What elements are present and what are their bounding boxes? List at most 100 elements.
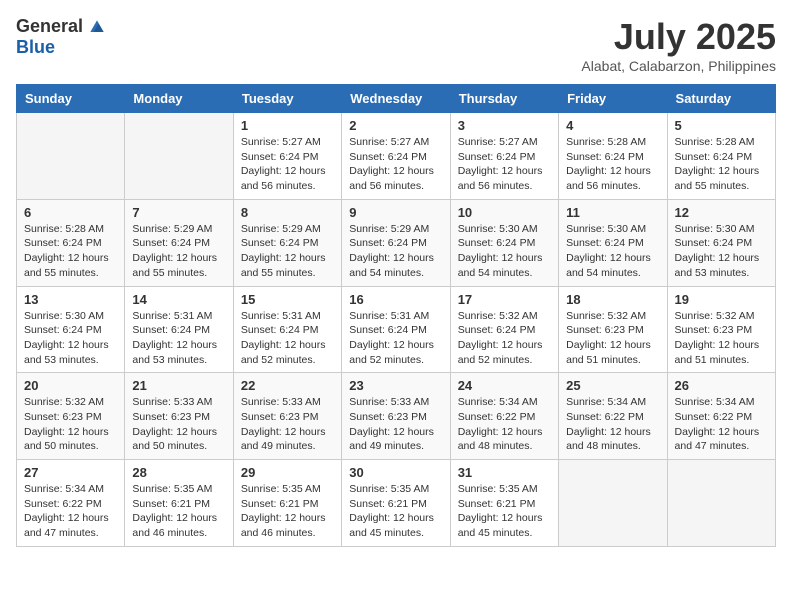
col-friday: Friday [559,85,667,113]
day-info: Sunrise: 5:33 AMSunset: 6:23 PMDaylight:… [241,395,334,454]
title-section: July 2025 Alabat, Calabarzon, Philippine… [581,16,776,74]
calendar-day: 17Sunrise: 5:32 AMSunset: 6:24 PMDayligh… [450,286,558,373]
day-info: Sunrise: 5:34 AMSunset: 6:22 PMDaylight:… [566,395,659,454]
day-info: Sunrise: 5:35 AMSunset: 6:21 PMDaylight:… [132,482,225,541]
day-number: 14 [132,292,225,307]
day-number: 27 [24,465,117,480]
calendar-day [559,460,667,547]
day-number: 13 [24,292,117,307]
page-header: General Blue July 2025 Alabat, Calabarzo… [16,16,776,74]
calendar-day: 8Sunrise: 5:29 AMSunset: 6:24 PMDaylight… [233,199,341,286]
calendar-week-1: 1 Sunrise: 5:27 AMSunset: 6:24 PMDaylight… [17,113,776,200]
day-number: 30 [349,465,442,480]
day-number: 11 [566,205,659,220]
day-info: Sunrise: 5:29 AMSunset: 6:24 PMDaylight:… [349,222,442,281]
calendar-day: 26Sunrise: 5:34 AMSunset: 6:22 PMDayligh… [667,373,775,460]
calendar-day: 21Sunrise: 5:33 AMSunset: 6:23 PMDayligh… [125,373,233,460]
calendar-day: 7Sunrise: 5:29 AMSunset: 6:24 PMDaylight… [125,199,233,286]
day-number: 1 [241,118,334,133]
day-number: 22 [241,378,334,393]
day-number: 15 [241,292,334,307]
day-number: 17 [458,292,551,307]
calendar-day: 14 Sunrise: 5:31 AMSunset: 6:24 PMDayligh… [125,286,233,373]
calendar-week-4: 20 Sunrise: 5:32 AMSunset: 6:23 PMDayligh… [17,373,776,460]
calendar-day [667,460,775,547]
calendar-day: 13Sunrise: 5:30 AMSunset: 6:24 PMDayligh… [17,286,125,373]
day-info: Sunrise: 5:31 AMSunset: 6:24 PMDaylight:… [241,309,334,368]
day-number: 23 [349,378,442,393]
calendar-day: 30 Sunrise: 5:35 AMSunset: 6:21 PMDayligh… [342,460,450,547]
day-info: Sunrise: 5:27 AMSunset: 6:24 PMDaylight:… [241,135,334,194]
day-number: 28 [132,465,225,480]
day-info: Sunrise: 5:34 AMSunset: 6:22 PMDaylight:… [458,395,551,454]
day-info: Sunrise: 5:28 AMSunset: 6:24 PMDaylight:… [566,135,659,194]
day-number: 12 [675,205,768,220]
day-number: 21 [132,378,225,393]
calendar-day: 31 Sunrise: 5:35 AMSunset: 6:21 PMDayligh… [450,460,558,547]
calendar-day: 1 Sunrise: 5:27 AMSunset: 6:24 PMDaylight… [233,113,341,200]
day-info: Sunrise: 5:31 AMSunset: 6:24 PMDaylight:… [132,309,225,368]
day-info: Sunrise: 5:34 AMSunset: 6:22 PMDaylight:… [675,395,768,454]
calendar-day: 23 Sunrise: 5:33 AMSunset: 6:23 PMDayligh… [342,373,450,460]
calendar-day: 10 Sunrise: 5:30 AMSunset: 6:24 PMDayligh… [450,199,558,286]
day-info: Sunrise: 5:34 AMSunset: 6:22 PMDaylight:… [24,482,117,541]
logo: General Blue [16,16,107,58]
calendar-day: 3 Sunrise: 5:27 AMSunset: 6:24 PMDaylight… [450,113,558,200]
location-text: Alabat, Calabarzon, Philippines [581,58,776,74]
day-number: 31 [458,465,551,480]
calendar-day: 9 Sunrise: 5:29 AMSunset: 6:24 PMDaylight… [342,199,450,286]
day-info: Sunrise: 5:32 AMSunset: 6:23 PMDaylight:… [566,309,659,368]
col-wednesday: Wednesday [342,85,450,113]
day-info: Sunrise: 5:30 AMSunset: 6:24 PMDaylight:… [458,222,551,281]
logo-icon [87,17,107,37]
day-info: Sunrise: 5:29 AMSunset: 6:24 PMDaylight:… [132,222,225,281]
day-number: 3 [458,118,551,133]
calendar-day: 4 Sunrise: 5:28 AMSunset: 6:24 PMDaylight… [559,113,667,200]
day-number: 29 [241,465,334,480]
day-number: 18 [566,292,659,307]
day-number: 10 [458,205,551,220]
calendar-day: 5Sunrise: 5:28 AMSunset: 6:24 PMDaylight… [667,113,775,200]
col-tuesday: Tuesday [233,85,341,113]
calendar-day [17,113,125,200]
day-info: Sunrise: 5:30 AMSunset: 6:24 PMDaylight:… [566,222,659,281]
day-info: Sunrise: 5:35 AMSunset: 6:21 PMDaylight:… [349,482,442,541]
calendar-day: 6 Sunrise: 5:28 AMSunset: 6:24 PMDaylight… [17,199,125,286]
calendar-day: 20 Sunrise: 5:32 AMSunset: 6:23 PMDayligh… [17,373,125,460]
day-number: 5 [675,118,768,133]
calendar-header-row: Sunday Monday Tuesday Wednesday Thursday… [17,85,776,113]
calendar-day: 25 Sunrise: 5:34 AMSunset: 6:22 PMDayligh… [559,373,667,460]
day-number: 24 [458,378,551,393]
calendar-day: 24 Sunrise: 5:34 AMSunset: 6:22 PMDayligh… [450,373,558,460]
day-number: 9 [349,205,442,220]
day-info: Sunrise: 5:32 AMSunset: 6:23 PMDaylight:… [24,395,117,454]
calendar-day: 16Sunrise: 5:31 AMSunset: 6:24 PMDayligh… [342,286,450,373]
day-info: Sunrise: 5:28 AMSunset: 6:24 PMDaylight:… [24,222,117,281]
day-number: 20 [24,378,117,393]
day-info: Sunrise: 5:29 AMSunset: 6:24 PMDaylight:… [241,222,334,281]
col-sunday: Sunday [17,85,125,113]
day-number: 25 [566,378,659,393]
day-info: Sunrise: 5:27 AMSunset: 6:24 PMDaylight:… [349,135,442,194]
day-number: 4 [566,118,659,133]
calendar-table: Sunday Monday Tuesday Wednesday Thursday… [16,84,776,547]
calendar-week-3: 13Sunrise: 5:30 AMSunset: 6:24 PMDayligh… [17,286,776,373]
calendar-day: 12 Sunrise: 5:30 AMSunset: 6:24 PMDayligh… [667,199,775,286]
calendar-day: 22 Sunrise: 5:33 AMSunset: 6:23 PMDayligh… [233,373,341,460]
day-info: Sunrise: 5:31 AMSunset: 6:24 PMDaylight:… [349,309,442,368]
day-number: 2 [349,118,442,133]
col-saturday: Saturday [667,85,775,113]
day-info: Sunrise: 5:35 AMSunset: 6:21 PMDaylight:… [241,482,334,541]
day-info: Sunrise: 5:30 AMSunset: 6:24 PMDaylight:… [675,222,768,281]
day-info: Sunrise: 5:33 AMSunset: 6:23 PMDaylight:… [349,395,442,454]
calendar-day: 27 Sunrise: 5:34 AMSunset: 6:22 PMDayligh… [17,460,125,547]
calendar-day: 11 Sunrise: 5:30 AMSunset: 6:24 PMDayligh… [559,199,667,286]
calendar-day: 18 Sunrise: 5:32 AMSunset: 6:23 PMDayligh… [559,286,667,373]
day-info: Sunrise: 5:35 AMSunset: 6:21 PMDaylight:… [458,482,551,541]
month-year-title: July 2025 [581,16,776,58]
col-monday: Monday [125,85,233,113]
day-info: Sunrise: 5:27 AMSunset: 6:24 PMDaylight:… [458,135,551,194]
day-number: 6 [24,205,117,220]
logo-blue-text: Blue [16,37,55,57]
logo-general-text: General [16,16,83,37]
